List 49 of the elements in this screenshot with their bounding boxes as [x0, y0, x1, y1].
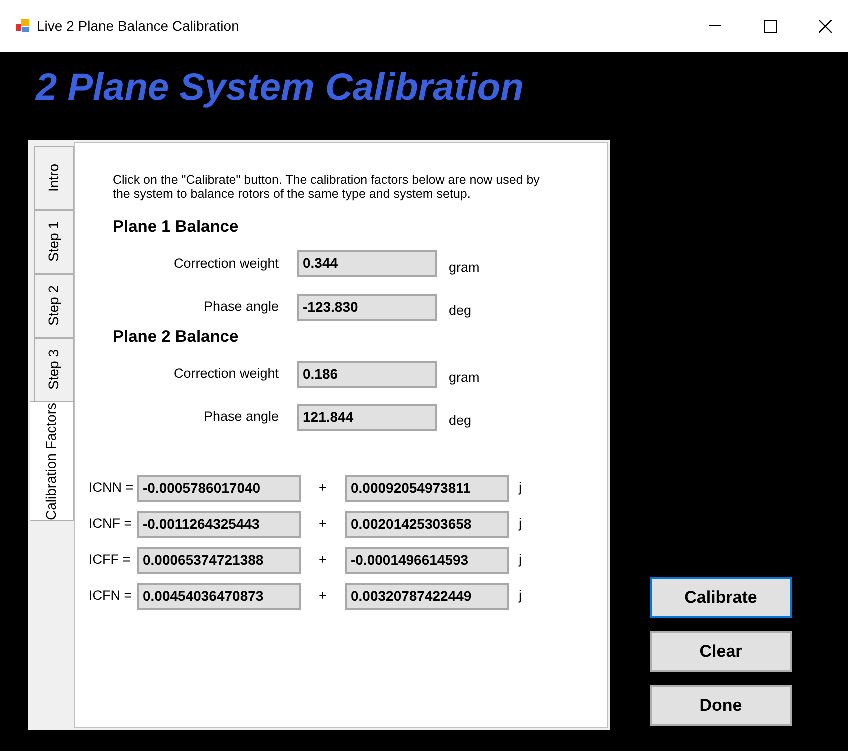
- vertical-tab[interactable]: Calibration Factors: [30, 402, 74, 522]
- field-label: Correction weight: [172, 254, 279, 273]
- value-field[interactable]: 121.844: [297, 404, 437, 431]
- imaginary-unit: j: [519, 514, 522, 533]
- imaginary-unit: j: [519, 550, 522, 569]
- vertical-tab[interactable]: Intro: [34, 146, 74, 210]
- plus-sign: +: [318, 514, 328, 533]
- factor-label: ICFF =: [89, 550, 132, 569]
- factor-label: ICFN =: [89, 586, 134, 605]
- vertical-tab[interactable]: Step 2: [34, 274, 74, 338]
- minimize-icon: [709, 25, 721, 27]
- value-field[interactable]: -123.830: [297, 294, 437, 321]
- action-button[interactable]: Done: [650, 685, 792, 726]
- value-field[interactable]: -0.0001496614593: [345, 546, 509, 574]
- unit-label: deg: [449, 412, 472, 430]
- field-label: Correction weight: [172, 365, 279, 383]
- action-button[interactable]: Clear: [650, 631, 792, 672]
- vertical-tab[interactable]: Step 1: [34, 210, 74, 274]
- plus-sign: +: [318, 586, 328, 605]
- field-label: Phase angle: [202, 298, 279, 316]
- value-field[interactable]: 0.00454036470873: [137, 582, 301, 610]
- section-heading: Plane 1 Balance: [113, 217, 239, 238]
- plus-sign: +: [318, 478, 328, 497]
- action-button[interactable]: Calibrate: [650, 577, 792, 618]
- maximize-icon: [764, 20, 776, 32]
- value-field[interactable]: 0.186: [297, 360, 437, 388]
- instructions-text: Click on the "Calibrate" button. The calibration factors below are now used by the system to balance rotors of the same type and system setup.: [113, 173, 541, 201]
- field-label: Phase angle: [202, 408, 279, 426]
- value-field[interactable]: 0.00320787422449: [345, 582, 509, 610]
- value-field[interactable]: 0.00201425303658: [345, 510, 509, 538]
- window-title: Live 2 Plane Balance Calibration: [37, 16, 240, 36]
- value-field[interactable]: 0.00092054973811: [345, 474, 509, 502]
- page-heading: 2 Plane System Calibration: [36, 66, 524, 110]
- value-field[interactable]: 0.344: [297, 250, 437, 278]
- section-heading: Plane 2 Balance: [113, 327, 239, 348]
- factor-label: ICNN =: [89, 478, 135, 497]
- plus-sign: +: [318, 550, 328, 569]
- imaginary-unit: j: [519, 586, 522, 605]
- imaginary-unit: j: [519, 478, 522, 497]
- unit-label: gram: [449, 258, 480, 277]
- vertical-tab[interactable]: Step 3: [34, 338, 74, 402]
- factor-label: ICNF =: [89, 514, 134, 533]
- close-icon: [818, 20, 832, 32]
- app-icon: [15, 18, 31, 34]
- unit-label: gram: [449, 369, 480, 387]
- unit-label: deg: [449, 302, 472, 320]
- value-field[interactable]: -0.0011264325443: [137, 510, 301, 538]
- value-field[interactable]: -0.0005786017040: [137, 474, 301, 502]
- value-field[interactable]: 0.00065374721388: [137, 546, 301, 574]
